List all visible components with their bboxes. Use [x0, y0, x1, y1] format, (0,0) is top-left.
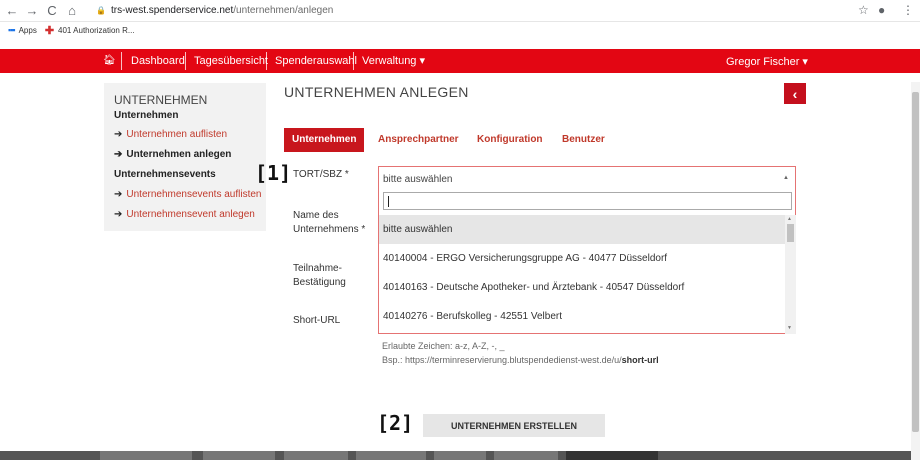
- text-cursor: [388, 196, 389, 207]
- top-navigation: 🏠︎ Dashboard Tagesübersicht Spenderauswa…: [0, 49, 920, 73]
- shorturl-label: Short-URL: [293, 315, 341, 326]
- annotation-marker-2: [2]: [377, 411, 414, 435]
- footer-item: [284, 451, 348, 460]
- lock-icon: 🔒: [96, 6, 106, 15]
- tort-search-input[interactable]: [383, 192, 792, 210]
- allowed-chars-hint: Erlaubte Zeichen: a-z, A-Z, -, _: [382, 341, 505, 351]
- home-browser-icon[interactable]: ⌂: [64, 3, 80, 19]
- tab-unternehmen[interactable]: Unternehmen: [284, 128, 365, 152]
- user-menu[interactable]: Gregor Fischer ▾: [726, 55, 808, 68]
- footer-item: [566, 451, 658, 460]
- tort-select[interactable]: bitte auswählen ▲ bitte auswählen 401400…: [378, 166, 796, 334]
- arrow-right-icon: ➔: [114, 189, 123, 200]
- annotation-marker-1: [1]: [255, 161, 292, 185]
- url-path: /unternehmen/anlegen: [233, 5, 334, 16]
- footer-item: [100, 451, 192, 460]
- bookmark-401[interactable]: ✚ 401 Authorization R...: [45, 24, 135, 37]
- options-scroll-thumb[interactable]: [787, 224, 794, 242]
- tort-select-value: bitte auswählen: [383, 174, 453, 185]
- sidebar-link-event-anlegen[interactable]: ➔ Unternehmensevent anlegen: [114, 209, 255, 220]
- nav-tagesuebersicht[interactable]: Tagesübersicht: [194, 55, 268, 67]
- red-cross-icon: ✚: [44, 24, 55, 37]
- chevron-left-icon: ‹: [792, 85, 798, 102]
- caret-up-icon: ▲: [783, 175, 789, 181]
- menu-dots-icon[interactable]: ⋮: [902, 3, 914, 17]
- sidebar-title: UNTERNEHMEN: [114, 93, 208, 107]
- arrow-right-icon: ➔: [114, 149, 123, 160]
- footer-item: [203, 451, 275, 460]
- footer-item: [434, 451, 486, 460]
- nav-spenderauswahl[interactable]: Spenderauswahl: [275, 55, 357, 67]
- scroll-up-icon[interactable]: ▲: [787, 216, 792, 222]
- nav-dashboard[interactable]: Dashboard: [131, 55, 185, 67]
- teilnahme-label-line1: Teilnahme-: [293, 263, 342, 274]
- scroll-down-icon[interactable]: ▼: [787, 325, 792, 331]
- create-company-button[interactable]: UNTERNEHMEN ERSTELLEN: [423, 414, 605, 437]
- window-scroll-thumb[interactable]: [912, 92, 919, 432]
- nav-verwaltung[interactable]: Verwaltung ▾: [362, 55, 425, 67]
- sidebar-link-unternehmen-anlegen[interactable]: ➔ Unternehmen anlegen: [114, 149, 231, 160]
- select-option[interactable]: 40140004 - ERGO Versicherungsgruppe AG -…: [379, 244, 785, 273]
- sidebar-link-unternehmen-auflisten[interactable]: ➔ Unternehmen auflisten: [114, 129, 227, 140]
- sidebar-section-events: Unternehmensevents: [114, 169, 216, 180]
- arrow-right-icon: ➔: [114, 209, 123, 220]
- back-button[interactable]: ‹: [784, 83, 806, 104]
- tab-konfiguration[interactable]: Konfiguration: [477, 128, 543, 152]
- nav-separator: [266, 52, 267, 70]
- account-icon[interactable]: ●: [878, 3, 885, 17]
- nav-separator: [121, 52, 122, 70]
- back-arrow-icon[interactable]: ←: [4, 3, 20, 19]
- sidebar-section-unternehmen: Unternehmen: [114, 110, 179, 121]
- footer-item: [356, 451, 426, 460]
- tab-ansprechpartner[interactable]: Ansprechpartner: [378, 128, 459, 152]
- sidebar: UNTERNEHMEN Unternehmen ➔ Unternehmen auf…: [104, 83, 266, 231]
- name-label-line2: Unternehmens *: [293, 224, 366, 235]
- select-option[interactable]: 40140276 - Berufskolleg - 42551 Velbert: [379, 302, 785, 331]
- tab-benutzer[interactable]: Benutzer: [562, 128, 605, 152]
- address-field[interactable]: 🔒 trs-west.spenderservice.net /unternehm…: [96, 5, 333, 16]
- footer-bar: [0, 451, 920, 460]
- nav-separator: [185, 52, 186, 70]
- star-icon[interactable]: ☆: [858, 3, 869, 17]
- url-host: trs-west.spenderservice.net: [110, 5, 234, 16]
- shorturl-example: Bsp.: https://terminreservierung.blutspe…: [382, 355, 659, 365]
- name-label-line1: Name des: [293, 210, 339, 221]
- page-title: UNTERNEHMEN ANLEGEN: [284, 84, 469, 100]
- apps-grid-icon: ▪▪▪: [8, 25, 16, 35]
- browser-url-bar: ← → C ⌂ 🔒 trs-west.spenderservice.net /u…: [0, 0, 920, 22]
- nav-separator: [353, 52, 354, 70]
- sidebar-link-events-auflisten[interactable]: ➔ Unternehmensevents auflisten: [114, 189, 261, 200]
- footer-item: [494, 451, 558, 460]
- select-option[interactable]: 40140163 - Deutsche Apotheker- und Ärzte…: [379, 273, 785, 302]
- teilnahme-label-line2: Bestätigung: [293, 277, 346, 288]
- home-icon[interactable]: 🏠︎: [103, 55, 116, 66]
- forward-arrow-icon[interactable]: →: [24, 3, 40, 19]
- arrow-right-icon: ➔: [114, 129, 123, 140]
- tort-label: TORT/SBZ *: [293, 169, 349, 180]
- window-scrollbar[interactable]: [911, 82, 920, 460]
- bookmarks-bar: ▪▪▪ Apps ✚ 401 Authorization R...: [0, 22, 920, 38]
- bookmark-apps[interactable]: ▪▪▪ Apps: [8, 25, 37, 35]
- options-scrollbar[interactable]: ▲ ▼: [785, 215, 796, 334]
- reload-icon[interactable]: C: [44, 3, 60, 19]
- select-option[interactable]: bitte auswählen: [379, 215, 785, 244]
